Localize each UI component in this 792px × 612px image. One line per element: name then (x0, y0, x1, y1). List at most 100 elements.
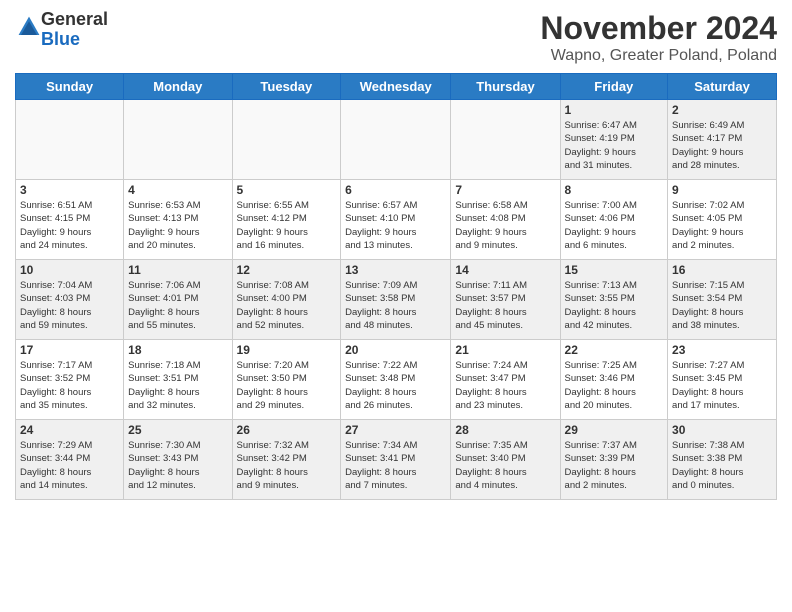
calendar-cell: 15 Sunrise: 7:13 AM Sunset: 3:55 PM Dayli… (560, 260, 668, 340)
day-number: 9 (672, 183, 772, 197)
calendar-cell: 17 Sunrise: 7:17 AM Sunset: 3:52 PM Dayli… (16, 340, 124, 420)
day-number: 11 (128, 263, 227, 277)
day-info: Sunrise: 7:11 AM Sunset: 3:57 PM Dayligh… (455, 279, 555, 332)
day-info: Sunrise: 7:00 AM Sunset: 4:06 PM Dayligh… (565, 199, 664, 252)
day-number: 14 (455, 263, 555, 277)
calendar-cell: 8Sunrise: 7:00 AM Sunset: 4:06 PM Daylig… (560, 180, 668, 260)
day-number: 25 (128, 423, 227, 437)
calendar-cell: 28Sunrise: 7:35 AM Sunset: 3:40 PM Dayli… (451, 420, 560, 500)
day-info: Sunrise: 6:49 AM Sunset: 4:17 PM Dayligh… (672, 119, 772, 172)
calendar-cell: 25Sunrise: 7:30 AM Sunset: 3:43 PM Dayli… (124, 420, 232, 500)
day-number: 23 (672, 343, 772, 357)
calendar-header-tuesday: Tuesday (232, 74, 341, 100)
calendar-cell: 10Sunrise: 7:04 AM Sunset: 4:03 PM Dayli… (16, 260, 124, 340)
day-info: Sunrise: 6:53 AM Sunset: 4:13 PM Dayligh… (128, 199, 227, 252)
calendar-cell: 12 Sunrise: 7:08 AM Sunset: 4:00 PM Dayli… (232, 260, 341, 340)
calendar-cell: 26Sunrise: 7:32 AM Sunset: 3:42 PM Dayli… (232, 420, 341, 500)
day-info: Sunrise: 7:22 AM Sunset: 3:48 PM Dayligh… (345, 359, 446, 412)
day-number: 17 (20, 343, 119, 357)
day-info: Sunrise: 6:57 AM Sunset: 4:10 PM Dayligh… (345, 199, 446, 252)
day-number: 20 (345, 343, 446, 357)
day-info: Sunrise: 7:18 AM Sunset: 3:51 PM Dayligh… (128, 359, 227, 412)
calendar-header-saturday: Saturday (668, 74, 777, 100)
calendar-cell: 16 Sunrise: 7:15 AM Sunset: 3:54 PM Dayli… (668, 260, 777, 340)
day-info: Sunrise: 7:27 AM Sunset: 3:45 PM Dayligh… (672, 359, 772, 412)
calendar-cell: 13 Sunrise: 7:09 AM Sunset: 3:58 PM Dayli… (341, 260, 451, 340)
day-number: 16 (672, 263, 772, 277)
day-number: 2 (672, 103, 772, 117)
calendar-header-wednesday: Wednesday (341, 74, 451, 100)
day-info: Sunrise: 7:02 AM Sunset: 4:05 PM Dayligh… (672, 199, 772, 252)
calendar-cell: 14 Sunrise: 7:11 AM Sunset: 3:57 PM Dayli… (451, 260, 560, 340)
calendar-week-2: 10Sunrise: 7:04 AM Sunset: 4:03 PM Dayli… (16, 260, 777, 340)
calendar-cell: 3 Sunrise: 6:51 AM Sunset: 4:15 PM Daylig… (16, 180, 124, 260)
calendar-cell: 23 Sunrise: 7:27 AM Sunset: 3:45 PM Dayli… (668, 340, 777, 420)
calendar-cell: 6 Sunrise: 6:57 AM Sunset: 4:10 PM Daylig… (341, 180, 451, 260)
day-number: 10 (20, 263, 119, 277)
day-number: 21 (455, 343, 555, 357)
day-info: Sunrise: 7:24 AM Sunset: 3:47 PM Dayligh… (455, 359, 555, 412)
day-info: Sunrise: 7:38 AM Sunset: 3:38 PM Dayligh… (672, 439, 772, 492)
day-number: 1 (565, 103, 664, 117)
day-info: Sunrise: 7:09 AM Sunset: 3:58 PM Dayligh… (345, 279, 446, 332)
day-info: Sunrise: 7:32 AM Sunset: 3:42 PM Dayligh… (237, 439, 337, 492)
calendar-cell: 29 Sunrise: 7:37 AM Sunset: 3:39 PM Dayli… (560, 420, 668, 500)
day-info: Sunrise: 7:08 AM Sunset: 4:00 PM Dayligh… (237, 279, 337, 332)
day-number: 12 (237, 263, 337, 277)
day-info: Sunrise: 6:58 AM Sunset: 4:08 PM Dayligh… (455, 199, 555, 252)
day-number: 13 (345, 263, 446, 277)
day-number: 22 (565, 343, 664, 357)
day-info: Sunrise: 7:15 AM Sunset: 3:54 PM Dayligh… (672, 279, 772, 332)
day-number: 18 (128, 343, 227, 357)
calendar-header-row: SundayMondayTuesdayWednesdayThursdayFrid… (16, 74, 777, 100)
header: General Blue November 2024 Wapno, Greate… (15, 10, 777, 65)
day-number: 24 (20, 423, 119, 437)
day-info: Sunrise: 6:55 AM Sunset: 4:12 PM Dayligh… (237, 199, 337, 252)
calendar-cell: 4 Sunrise: 6:53 AM Sunset: 4:13 PM Daylig… (124, 180, 232, 260)
logo-blue-text: Blue (41, 29, 80, 49)
calendar-cell: 19Sunrise: 7:20 AM Sunset: 3:50 PM Dayli… (232, 340, 341, 420)
day-number: 5 (237, 183, 337, 197)
calendar-cell: 5 Sunrise: 6:55 AM Sunset: 4:12 PM Daylig… (232, 180, 341, 260)
day-number: 29 (565, 423, 664, 437)
title-section: November 2024 Wapno, Greater Poland, Pol… (540, 10, 777, 65)
day-info: Sunrise: 7:17 AM Sunset: 3:52 PM Dayligh… (20, 359, 119, 412)
calendar-cell: 30 Sunrise: 7:38 AM Sunset: 3:38 PM Dayli… (668, 420, 777, 500)
day-info: Sunrise: 7:13 AM Sunset: 3:55 PM Dayligh… (565, 279, 664, 332)
calendar-week-3: 17 Sunrise: 7:17 AM Sunset: 3:52 PM Dayli… (16, 340, 777, 420)
day-number: 6 (345, 183, 446, 197)
calendar-header-monday: Monday (124, 74, 232, 100)
day-number: 7 (455, 183, 555, 197)
calendar-cell: 11Sunrise: 7:06 AM Sunset: 4:01 PM Dayli… (124, 260, 232, 340)
day-info: Sunrise: 7:35 AM Sunset: 3:40 PM Dayligh… (455, 439, 555, 492)
day-info: Sunrise: 6:51 AM Sunset: 4:15 PM Dayligh… (20, 199, 119, 252)
day-number: 30 (672, 423, 772, 437)
calendar-header-friday: Friday (560, 74, 668, 100)
calendar-cell: 21 Sunrise: 7:24 AM Sunset: 3:47 PM Dayli… (451, 340, 560, 420)
day-info: Sunrise: 7:25 AM Sunset: 3:46 PM Dayligh… (565, 359, 664, 412)
calendar-cell: 22 Sunrise: 7:25 AM Sunset: 3:46 PM Dayli… (560, 340, 668, 420)
calendar-cell: 24 Sunrise: 7:29 AM Sunset: 3:44 PM Dayli… (16, 420, 124, 500)
calendar-cell: 1 Sunrise: 6:47 AM Sunset: 4:19 PM Daylig… (560, 100, 668, 180)
logo-general-text: General (41, 9, 108, 29)
day-info: Sunrise: 7:37 AM Sunset: 3:39 PM Dayligh… (565, 439, 664, 492)
calendar-cell: 18 Sunrise: 7:18 AM Sunset: 3:51 PM Dayli… (124, 340, 232, 420)
day-number: 4 (128, 183, 227, 197)
day-info: Sunrise: 6:47 AM Sunset: 4:19 PM Dayligh… (565, 119, 664, 172)
calendar-cell: 27Sunrise: 7:34 AM Sunset: 3:41 PM Dayli… (341, 420, 451, 500)
day-info: Sunrise: 7:29 AM Sunset: 3:44 PM Dayligh… (20, 439, 119, 492)
subtitle: Wapno, Greater Poland, Poland (540, 47, 777, 65)
page: General Blue November 2024 Wapno, Greate… (0, 0, 792, 612)
logo: General Blue (15, 10, 108, 50)
calendar-header-sunday: Sunday (16, 74, 124, 100)
calendar-cell: 2 Sunrise: 6:49 AM Sunset: 4:17 PM Daylig… (668, 100, 777, 180)
day-number: 19 (237, 343, 337, 357)
calendar-cell: 9 Sunrise: 7:02 AM Sunset: 4:05 PM Daylig… (668, 180, 777, 260)
day-number: 3 (20, 183, 119, 197)
calendar-cell: 20 Sunrise: 7:22 AM Sunset: 3:48 PM Dayli… (341, 340, 451, 420)
calendar-cell (124, 100, 232, 180)
calendar-header-thursday: Thursday (451, 74, 560, 100)
calendar-week-0: 1 Sunrise: 6:47 AM Sunset: 4:19 PM Daylig… (16, 100, 777, 180)
day-info: Sunrise: 7:34 AM Sunset: 3:41 PM Dayligh… (345, 439, 446, 492)
day-number: 15 (565, 263, 664, 277)
